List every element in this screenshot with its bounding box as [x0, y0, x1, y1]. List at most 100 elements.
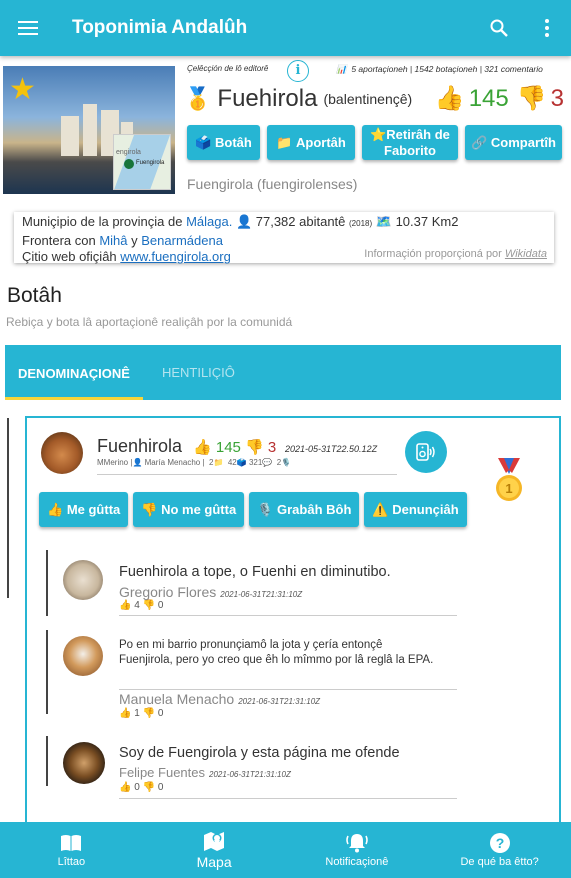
comment-author: Felipe Fuentes 2021-06-31T21:31:10Z: [119, 765, 291, 780]
entry-votes: 👍 145 👎 3: [193, 439, 277, 456]
vote-button[interactable]: 🗳️ Botâh: [187, 125, 260, 160]
thumbs-down-icon: 👎: [516, 85, 547, 112]
province-link[interactable]: Málaga.: [186, 214, 232, 229]
play-audio-button[interactable]: [405, 431, 447, 473]
section-subtitle: Rebiça y bota lâ aportaçionê realiçâh po…: [6, 315, 293, 329]
place-name-row: 🥇 Fuehirola (balentinençê) 👍 145 👎 3: [184, 82, 564, 116]
nav-notifications[interactable]: Notificaçionê: [286, 822, 429, 878]
place-votes: 👍 145 👎 3: [435, 84, 564, 113]
comment-author: Manuela Menacho 2021-06-31T21:31:10Z: [119, 691, 321, 707]
folder-icon: 📁: [213, 458, 224, 467]
gold-medal-icon: 1: [490, 458, 528, 509]
people-icon: 👤: [235, 214, 253, 229]
comment-votes: 👍 0 👎 0: [119, 782, 164, 793]
map-icon: [203, 830, 225, 852]
entry-date: 2021-05-31T22.50.12Z: [285, 444, 378, 454]
link-icon: 🔗: [471, 134, 488, 150]
comment-text: Fuenhirola a tope, o Fuenhi en diminutib…: [119, 564, 391, 580]
map-icon: 🗺️: [375, 214, 392, 229]
map-pin-icon: [124, 159, 134, 169]
more-vert-icon[interactable]: [523, 0, 571, 56]
microphone-icon: 🎙️: [281, 458, 292, 467]
comment-icon: 💬: [262, 458, 273, 467]
folder-icon: 📁: [276, 134, 293, 150]
thumbs-up-icon: 👍: [119, 782, 132, 793]
star-icon[interactable]: ★: [9, 72, 36, 107]
divider: [119, 689, 457, 690]
nav-map[interactable]: Mapa: [143, 822, 286, 878]
place-actions: 🗳️ Botâh 📁 Aportâh ⭐Retirâh de Faborito 🔗…: [187, 125, 562, 160]
search-icon[interactable]: [475, 0, 523, 56]
app-bar: Toponimia Andalûh: [0, 0, 571, 56]
comment: Soy de Fuengirola y esta página me ofend…: [46, 736, 466, 800]
website-link[interactable]: www.fuengirola.org: [120, 249, 231, 264]
book-icon: [60, 832, 82, 854]
thumbs-up-icon: 👍: [119, 600, 132, 611]
thumbs-down-icon: 👎: [142, 600, 156, 611]
thumbs-up-icon: 👍: [434, 85, 465, 112]
thread-line: [7, 418, 9, 598]
thumbs-down-icon: 👎: [141, 501, 158, 517]
place-photo: ★ engirola Fuengirola: [3, 66, 175, 194]
place-stats: 📊 5 aportaçioneh | 1542 botaçioneh | 321…: [336, 64, 543, 74]
thumbs-down-icon: 👎: [142, 782, 156, 793]
tab-demonyms[interactable]: HENTILIÇIÔ: [149, 345, 248, 400]
entry-meta: MMerino |👤 María Menacho | 2📁 42🗳️ 321💬 …: [97, 458, 292, 467]
hamburger-menu-icon[interactable]: [0, 0, 56, 56]
tab-denominations[interactable]: DENOMINAÇIONÊ: [5, 345, 143, 400]
bottom-navigation: Lîttao Mapa Notificaçionê ? De qué ba êt…: [0, 822, 571, 878]
avatar: [63, 560, 103, 600]
thumbs-up-icon: 👍: [119, 708, 132, 719]
speaker-icon: [416, 443, 435, 461]
contribute-button[interactable]: 📁 Aportâh: [267, 125, 355, 160]
nav-help[interactable]: ? De qué ba êtto?: [428, 822, 571, 878]
record-voice-button[interactable]: 🎙️ Grabâh Bôh: [249, 492, 360, 527]
nav-list[interactable]: Lîttao: [0, 822, 143, 878]
microphone-icon: 🎙️: [257, 501, 274, 517]
votes-down-count: 3: [550, 84, 564, 112]
unfavorite-button[interactable]: ⭐Retirâh de Faborito: [362, 125, 458, 160]
thumbs-down-icon: 👎: [142, 708, 156, 719]
place-name: Fuehirola: [217, 85, 318, 112]
gold-medal-icon: 🥇: [184, 86, 212, 111]
person-icon: 👤: [132, 458, 143, 467]
section-title: Botâh: [7, 284, 62, 307]
entry-actions: 👍 Me gûtta 👎 No me gûtta 🎙️ Grabâh Bôh ⚠…: [39, 492, 472, 527]
place-header: ★ engirola Fuengirola Çelêcçión de lô ed…: [0, 56, 571, 204]
avatar: [63, 742, 105, 784]
avatar: [41, 432, 83, 474]
help-icon: ?: [489, 832, 511, 854]
bell-icon: [345, 832, 369, 854]
thumbs-up-icon: 👍: [193, 439, 212, 456]
ballot-icon: 🗳️: [195, 134, 212, 150]
divider: [119, 615, 457, 616]
avatar: [63, 636, 103, 676]
divider: [97, 474, 397, 475]
demonym: Fuengirola (fuengirolenses): [187, 176, 358, 192]
comment: Fuenhirola a tope, o Fuenhi en diminutib…: [46, 550, 466, 616]
like-button[interactable]: 👍 Me gûtta: [39, 492, 129, 527]
share-button[interactable]: 🔗 Compartîh: [465, 125, 562, 160]
info-icon[interactable]: i: [287, 60, 309, 82]
report-button[interactable]: ⚠️ Denunçiâh: [364, 492, 467, 527]
comment-text: Po en mi barrio pronunçiamô la jota y çe…: [119, 639, 434, 666]
ballot-icon: 🗳️: [236, 458, 247, 467]
wikidata-link[interactable]: Wikidata: [505, 248, 547, 260]
dislike-button[interactable]: 👎 No me gûtta: [133, 492, 245, 527]
neighbor-link-1[interactable]: Mihâ: [99, 233, 127, 248]
thumbs-up-icon: 👍: [47, 501, 64, 517]
tab-bar: DENOMINAÇIONÊ HENTILIÇIÔ: [5, 345, 561, 400]
warning-icon: ⚠️: [372, 501, 389, 517]
denomination-card: Fuenhirola 👍 145 👎 3 2021-05-31T22.50.12…: [25, 416, 561, 836]
divider: [119, 798, 457, 799]
comment-text: Soy de Fuengirola y esta página me ofend…: [119, 745, 400, 761]
entry-name: Fuenhirola: [97, 436, 183, 456]
mini-map[interactable]: engirola Fuengirola: [113, 134, 171, 190]
comment-author: Gregorio Flores 2021-06-31T21:31:10Z: [119, 584, 303, 600]
chart-icon: 📊: [336, 64, 347, 74]
comment: Po en mi barrio pronunçiamô la jota y çe…: [46, 630, 466, 719]
svg-text:?: ?: [495, 835, 504, 851]
selection-label: Çelêcçión de lô editorê: [187, 64, 269, 73]
neighbor-link-2[interactable]: Benarmádena: [141, 233, 223, 248]
place-language: (balentinençê): [323, 91, 413, 107]
